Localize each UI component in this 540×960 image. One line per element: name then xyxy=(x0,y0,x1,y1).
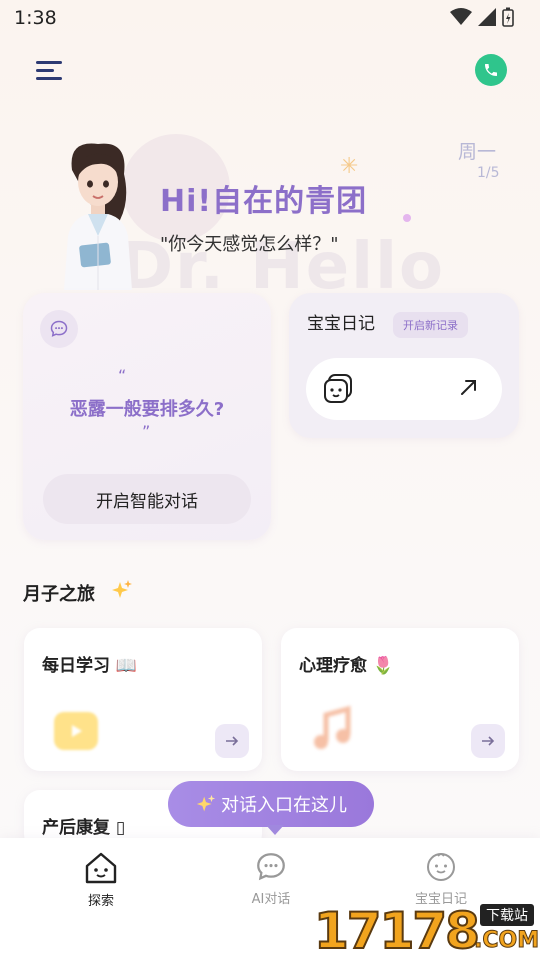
menu-icon xyxy=(36,61,62,64)
home-face-icon xyxy=(85,852,117,884)
sparkle-icon xyxy=(112,580,132,598)
nav-tab-ai-chat[interactable]: AI对话 xyxy=(211,850,331,907)
chat-bubble-icon xyxy=(50,320,68,337)
battery-icon xyxy=(502,7,514,27)
daily-study-title: 每日学习 📖 xyxy=(42,656,138,676)
arrow-up-right-icon[interactable] xyxy=(458,376,480,398)
baby-face-icon xyxy=(324,374,352,403)
phone-icon xyxy=(485,64,497,76)
phone-button[interactable] xyxy=(475,54,507,86)
site-watermark: 17178 下载站 .COM xyxy=(313,898,540,960)
daily-study-arrow-button[interactable] xyxy=(215,724,249,758)
baby-face-icon xyxy=(427,853,455,881)
nav-label-explore: 探索 xyxy=(87,894,114,909)
postpartum-recovery-title: 产后康复 ▯ xyxy=(42,818,126,838)
status-icons xyxy=(450,7,514,27)
chat-entry-tooltip[interactable]: 对话入口在这儿 xyxy=(168,781,374,827)
mental-healing-title: 心理疗愈 🌷 xyxy=(299,656,395,676)
dot-decoration xyxy=(403,214,411,222)
quote-close-mark: ” xyxy=(142,422,151,441)
signal-icon xyxy=(478,8,496,26)
doctor-avatar xyxy=(64,143,132,290)
chat-icon-circle xyxy=(40,310,78,348)
sparkle-icon xyxy=(196,794,216,812)
video-play-icon xyxy=(54,712,98,750)
watermark-number: 17178 xyxy=(313,901,481,960)
new-record-badge[interactable]: 开启新记录 xyxy=(393,312,468,338)
chat-bubble-icon xyxy=(257,853,285,881)
nav-label-ai-chat: AI对话 xyxy=(251,892,291,907)
watermark-tag: 下载站 xyxy=(480,904,534,926)
menu-button[interactable] xyxy=(36,58,66,82)
page-indicator: 1/5 xyxy=(477,165,500,181)
nav-tab-explore[interactable]: 探索 xyxy=(41,850,161,909)
chat-suggested-question[interactable]: 恶露一般要排多久? xyxy=(23,395,271,421)
arrow-right-icon xyxy=(482,736,495,746)
watermark-suffix: .COM xyxy=(473,928,540,954)
wifi-icon xyxy=(450,8,472,25)
arrow-right-icon xyxy=(226,736,239,746)
tooltip-text: 对话入口在这儿 xyxy=(221,795,347,816)
start-chat-button[interactable]: 开启智能对话 xyxy=(43,474,251,524)
quote-open-mark: “ xyxy=(118,366,127,385)
weekday-label: 周一 xyxy=(458,141,497,163)
mental-healing-arrow-button[interactable] xyxy=(471,724,505,758)
tooltip-tail xyxy=(266,825,284,835)
journey-section-title: 月子之旅 xyxy=(23,584,95,605)
status-bar: 1:38 xyxy=(0,0,540,36)
greeting-title: Hi!自在的青团 xyxy=(160,184,368,219)
status-time: 1:38 xyxy=(14,7,57,29)
baby-diary-title: 宝宝日记 xyxy=(307,314,375,334)
music-note-icon xyxy=(314,705,351,749)
greeting-subtitle: "你今天感觉怎么样？" xyxy=(160,234,339,255)
